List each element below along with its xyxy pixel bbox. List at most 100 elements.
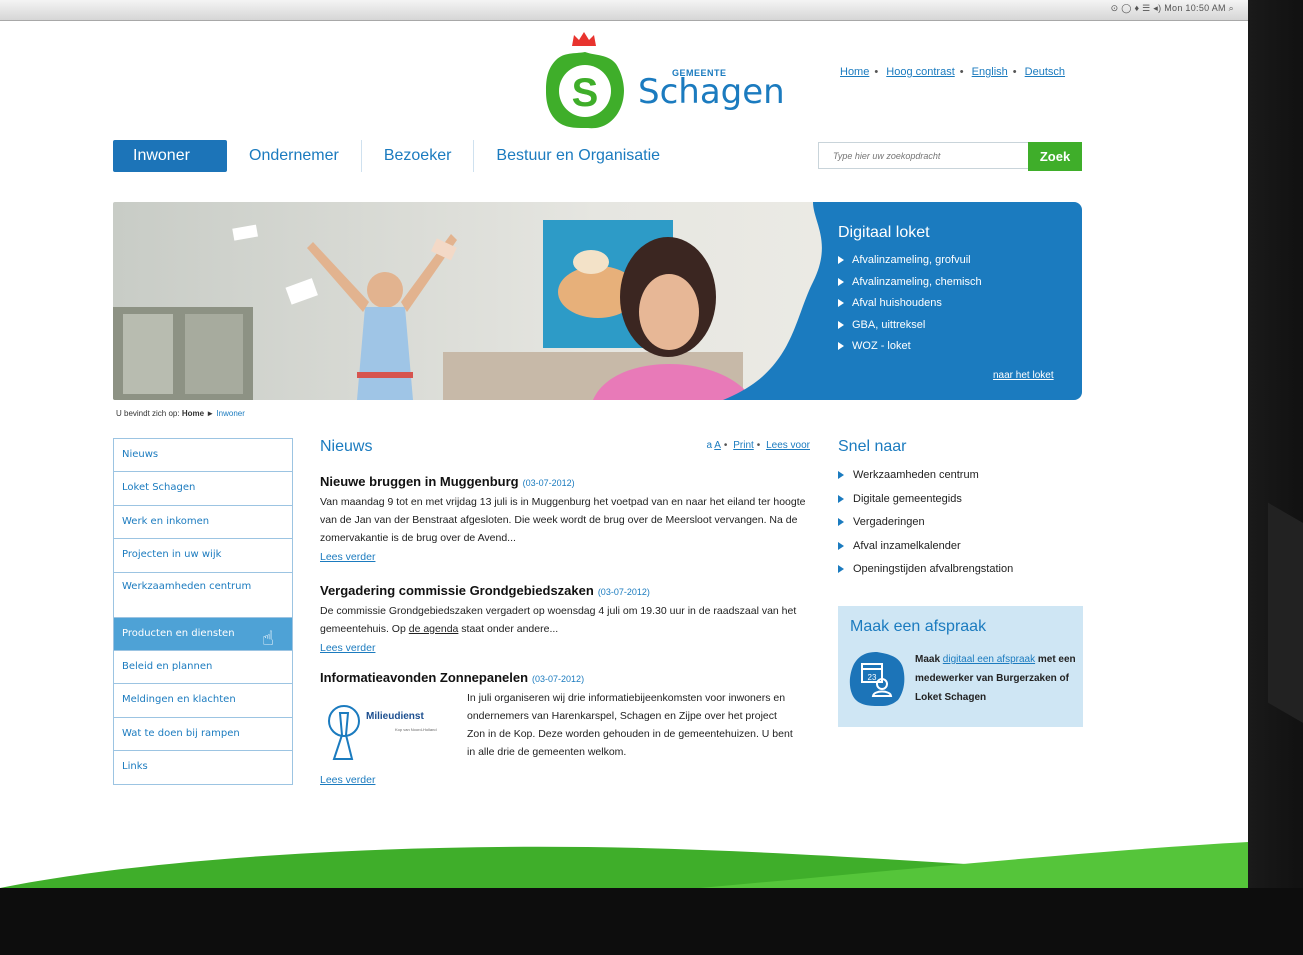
afspraak-text: Maak digitaal een afspraak met een medew… bbox=[915, 654, 1076, 703]
tab-ondernemer[interactable]: Ondernemer bbox=[227, 140, 361, 172]
screen-bezel bbox=[1248, 0, 1303, 888]
breadcrumb-prefix: U bevindt zich op: bbox=[116, 409, 180, 418]
article-date: (03-07-2012) bbox=[597, 587, 650, 597]
text-tools: a A • Print • Lees voor bbox=[706, 440, 810, 451]
article-title[interactable]: Vergadering commissie Grondgebiedszaken bbox=[320, 583, 594, 598]
tab-bestuur[interactable]: Bestuur en Organisatie bbox=[474, 140, 682, 172]
main-nav: Inwoner Ondernemer Bezoeker Bestuur en O… bbox=[113, 140, 682, 172]
snel-naar-section: Snel naar Werkzaamheden centrum Digitale… bbox=[838, 438, 1083, 582]
crown-icon bbox=[572, 32, 596, 46]
arrow-right-icon bbox=[838, 565, 844, 574]
browser-screen: ⊙ ◯ ♦ ☰ ◂) Mon 10:50 AM ⌕ S GEMEENTE Sch… bbox=[0, 0, 1248, 888]
sidebar-item-producten[interactable]: Producten en diensten ☝ bbox=[114, 616, 292, 650]
sidebar-item-rampen[interactable]: Wat te doen bij rampen bbox=[114, 716, 292, 750]
lees-voor-link[interactable]: Lees voor bbox=[766, 440, 810, 451]
naar-het-loket-link[interactable]: naar het loket bbox=[993, 370, 1054, 381]
breadcrumb-home[interactable]: Home bbox=[182, 409, 204, 418]
arrow-right-icon bbox=[838, 299, 844, 308]
news-article: Nieuwe bruggen in Muggenburg (03-07-2012)… bbox=[320, 474, 812, 565]
arrow-right-icon bbox=[838, 471, 844, 480]
sidebar-item-loket-schagen[interactable]: Loket Schagen bbox=[114, 471, 292, 504]
search-input[interactable] bbox=[818, 142, 1030, 169]
snel-naar-label: Vergaderingen bbox=[853, 516, 925, 528]
link-deutsch[interactable]: Deutsch bbox=[1025, 66, 1065, 78]
breadcrumb: U bevindt zich op: Home ► Inwoner bbox=[116, 409, 245, 418]
lees-verder-link[interactable]: Lees verder bbox=[320, 551, 375, 563]
loket-item-label: Afval huishoudens bbox=[852, 297, 942, 309]
snel-naar-label: Openingstijden afvalbrengstation bbox=[853, 563, 1014, 575]
afspraak-link[interactable]: digitaal een afspraak bbox=[943, 654, 1035, 665]
milieudienst-logo: Milieudienst Kop van Noord-Holland bbox=[320, 689, 460, 769]
os-menubar: ⊙ ◯ ♦ ☰ ◂) Mon 10:50 AM ⌕ bbox=[0, 0, 1248, 21]
loket-item-label: Afvalinzameling, grofvuil bbox=[852, 254, 971, 266]
breadcrumb-separator: ► bbox=[206, 409, 215, 418]
loket-item[interactable]: GBA, uittreksel bbox=[838, 315, 1078, 337]
sidebar-item-werkzaamheden[interactable]: Werkzaamheden centrum bbox=[114, 571, 292, 617]
link-hoog-contrast[interactable]: Hoog contrast bbox=[886, 66, 954, 78]
milieudienst-logo-icon bbox=[328, 705, 360, 760]
font-small-button[interactable]: a bbox=[706, 440, 712, 451]
article-body: De commissie Grondgebiedszaken vergadert… bbox=[320, 605, 797, 635]
loket-item-label: Afvalinzameling, chemisch bbox=[852, 275, 982, 288]
link-english[interactable]: English bbox=[972, 66, 1008, 78]
loket-item[interactable]: Afvalinzameling, chemisch bbox=[838, 272, 1078, 294]
sidebar-item-werk-en-inkomen[interactable]: Werk en inkomen bbox=[114, 504, 292, 538]
digitaal-loket-panel: Digitaal loket Afvalinzameling, grofvuil… bbox=[838, 224, 1078, 381]
loket-title: Digitaal loket bbox=[838, 224, 930, 241]
sidebar-menu: Nieuws Loket Schagen Werk en inkomen Pro… bbox=[113, 438, 293, 785]
arrow-right-icon bbox=[838, 277, 844, 286]
arrow-right-icon bbox=[838, 320, 844, 329]
article-title[interactable]: Nieuwe bruggen in Muggenburg bbox=[320, 474, 519, 489]
svg-text:S: S bbox=[572, 71, 599, 115]
snel-naar-item[interactable]: Afval inzamelkalender bbox=[838, 535, 1083, 559]
sidebar-item-meldingen[interactable]: Meldingen en klachten bbox=[114, 683, 292, 716]
milieudienst-logo-text: Milieudienst bbox=[366, 711, 424, 722]
snel-naar-label: Digitale gemeentegids bbox=[853, 492, 962, 505]
snel-naar-item[interactable]: Openingstijden afvalbrengstation bbox=[838, 558, 1083, 582]
afspraak-box: Maak een afspraak 23 Maak digitaal een a… bbox=[838, 606, 1083, 727]
arrow-right-icon bbox=[838, 541, 844, 550]
sidebar-item-projecten[interactable]: Projecten in uw wijk bbox=[114, 538, 292, 571]
logo-name-text: Schagen bbox=[638, 72, 785, 112]
sidebar-item-beleid[interactable]: Beleid en plannen bbox=[114, 649, 292, 683]
arrow-right-icon bbox=[838, 518, 844, 527]
site-logo[interactable]: S GEMEENTE Schagen bbox=[540, 30, 785, 130]
arrow-right-icon bbox=[838, 256, 844, 265]
article-date: (03-07-2012) bbox=[532, 674, 585, 684]
snel-naar-item[interactable]: Werkzaamheden centrum bbox=[838, 464, 1083, 488]
print-link[interactable]: Print bbox=[733, 440, 754, 451]
news-article: Informatieavonden Zonnepanelen (03-07-201… bbox=[320, 670, 812, 788]
search-button[interactable]: Zoek bbox=[1028, 142, 1082, 171]
loket-item[interactable]: WOZ - loket bbox=[838, 336, 1078, 358]
loket-item[interactable]: Afvalinzameling, grofvuil bbox=[838, 250, 1078, 272]
afspraak-title: Maak een afspraak bbox=[850, 618, 987, 635]
snel-naar-item[interactable]: Vergaderingen bbox=[838, 511, 1083, 535]
milieudienst-logo-subtext: Kop van Noord-Holland bbox=[395, 727, 437, 732]
sidebar-item-nieuws[interactable]: Nieuws bbox=[114, 439, 292, 471]
article-date: (03-07-2012) bbox=[522, 478, 575, 488]
news-section: Nieuws a A • Print • Lees voor Nieuwe brug… bbox=[320, 438, 812, 788]
menubar-status: ⊙ ◯ ♦ ☰ ◂) Mon 10:50 AM ⌕ bbox=[1110, 3, 1234, 13]
snel-naar-item[interactable]: Digitale gemeentegids bbox=[838, 488, 1083, 512]
agenda-link[interactable]: de agenda bbox=[409, 623, 459, 635]
loket-item-label: WOZ - loket bbox=[852, 340, 911, 352]
tab-bezoeker[interactable]: Bezoeker bbox=[362, 140, 474, 172]
lees-verder-link[interactable]: Lees verder bbox=[320, 774, 375, 786]
snel-naar-label: Werkzaamheden centrum bbox=[853, 469, 979, 481]
lees-verder-link[interactable]: Lees verder bbox=[320, 642, 375, 654]
snel-naar-title: Snel naar bbox=[838, 438, 907, 455]
loket-item[interactable]: Afval huishoudens bbox=[838, 293, 1078, 315]
font-large-button[interactable]: A bbox=[714, 440, 721, 451]
hero-banner: Digitaal loket Afvalinzameling, grofvuil… bbox=[113, 202, 1082, 400]
search-box: Zoek bbox=[818, 142, 1082, 171]
sidebar-item-links[interactable]: Links bbox=[114, 750, 292, 783]
calendar-person-icon: 23 bbox=[849, 652, 905, 707]
news-article: Vergadering commissie Grondgebiedszaken(… bbox=[320, 583, 812, 656]
link-home[interactable]: Home bbox=[840, 66, 869, 78]
article-body: In juli organiseren wij drie informatieb… bbox=[467, 692, 793, 758]
footer-wave bbox=[0, 842, 1248, 888]
tab-inwoner[interactable]: Inwoner bbox=[113, 140, 227, 172]
article-title[interactable]: Informatieavonden Zonnepanelen bbox=[320, 670, 528, 685]
arrow-right-icon bbox=[838, 494, 844, 503]
top-links: Home • Hoog contrast • English • Deutsch bbox=[840, 66, 1066, 78]
